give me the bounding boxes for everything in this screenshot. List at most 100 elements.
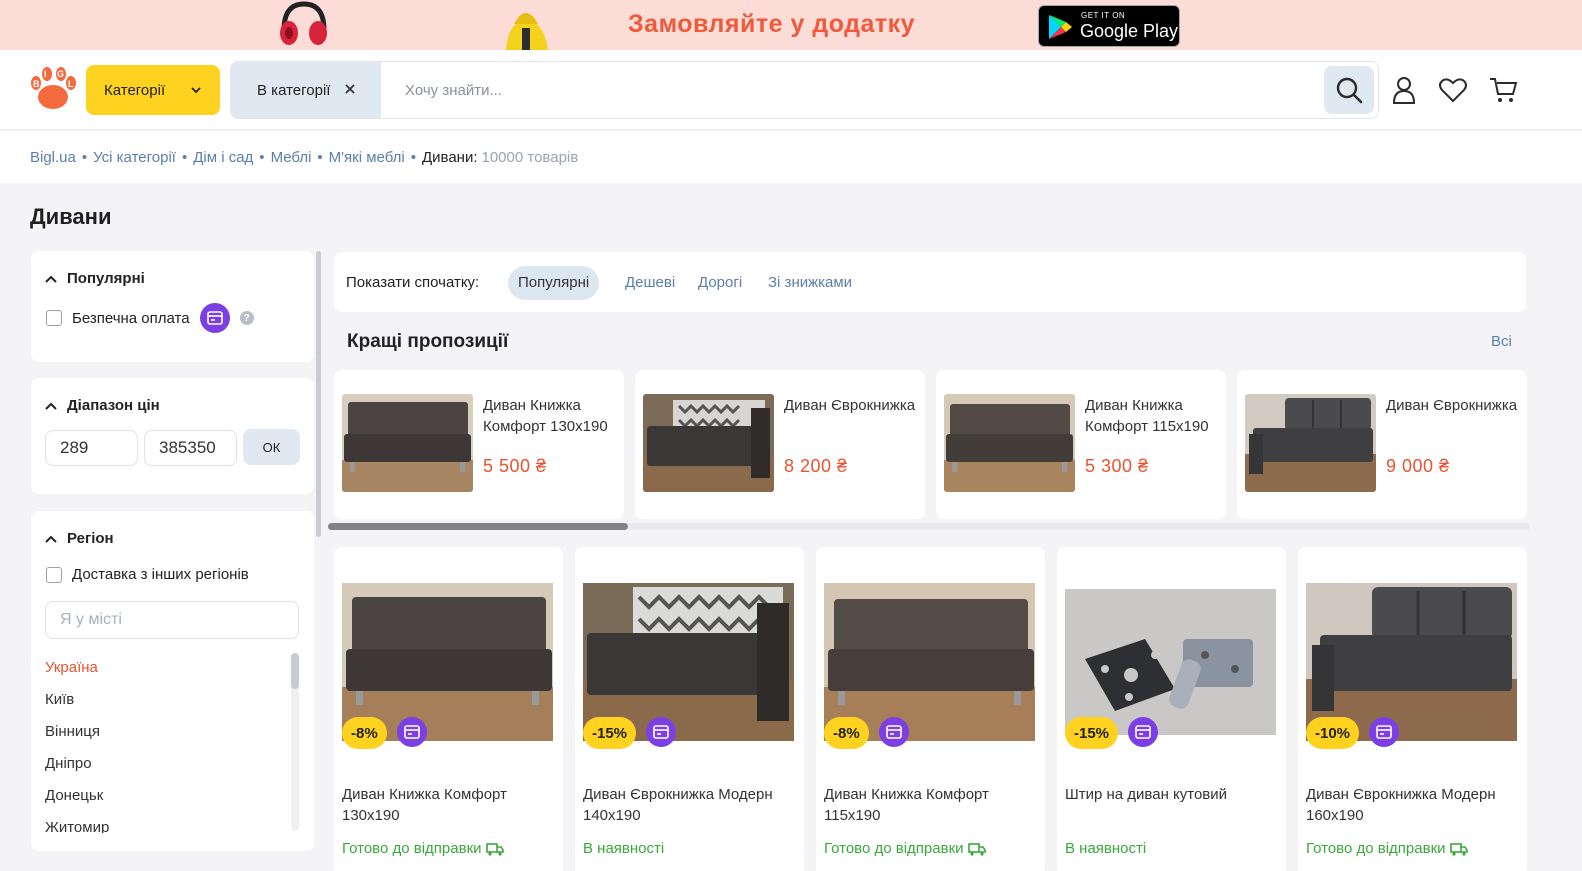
breadcrumb-separator: •: [259, 149, 265, 166]
page-title: Дивани: [30, 204, 112, 229]
region-item-ukraine[interactable]: Україна: [45, 658, 285, 690]
price-max-input[interactable]: 385350: [144, 430, 237, 466]
best-offer-card[interactable]: Диван Книжка Комфорт 130х190 5 500 ₴: [334, 370, 624, 519]
region-list: Україна Київ Вінниця Дніпро Донецьк Жито…: [45, 658, 285, 833]
product-status-text: В наявності: [1065, 840, 1147, 857]
sidebar-scrollbar[interactable]: [316, 251, 321, 537]
safe-payment-option[interactable]: Безпечна оплата ?: [46, 303, 254, 333]
product-status: Готово до відправки: [342, 840, 504, 857]
person-image: [506, 13, 548, 50]
product-status-text: Готово до відправки: [1306, 840, 1446, 857]
filter-region: Регіон Доставка з інших регіонів Я у міс…: [31, 511, 314, 851]
price-min-input[interactable]: 289: [45, 430, 138, 466]
discount-badge: -8%: [824, 717, 869, 749]
product-card[interactable]: -15% Штир на диван кутовий В наявності: [1057, 547, 1286, 871]
svg-text:G: G: [57, 69, 64, 79]
best-offer-price: 8 200 ₴: [784, 456, 848, 476]
product-name[interactable]: Диван Єврокнижка Модерн 140х190: [583, 784, 798, 826]
in-category-label: В категорії: [257, 81, 331, 99]
region-item-vinnytsia[interactable]: Вінниця: [45, 722, 285, 754]
promo-text: Замовляйте у додатку: [628, 10, 916, 38]
breadcrumb-separator: •: [81, 149, 88, 166]
breadcrumb-link-home[interactable]: Bigl.ua: [30, 149, 76, 166]
breadcrumb: Bigl.ua • Усі категорії • Дім і сад • Меблі • М'…: [0, 131, 1582, 183]
user-button[interactable]: [1388, 74, 1420, 106]
product-status: Готово до відправки: [824, 840, 986, 857]
breadcrumb-separator: •: [181, 149, 188, 166]
product-name[interactable]: Диван Книжка Комфорт 115х190: [824, 784, 1039, 826]
product-status: Готово до відправки: [1306, 840, 1468, 857]
close-icon[interactable]: [343, 82, 357, 96]
svg-text:L: L: [68, 79, 74, 89]
filter-price-header[interactable]: Діапазон цін: [45, 397, 160, 414]
region-item-dnipro[interactable]: Дніпро: [45, 754, 285, 786]
safe-payment-label: Безпечна оплата: [72, 309, 190, 327]
best-offer-name: Диван Єврокнижка: [784, 397, 916, 414]
delivery-other-regions-checkbox[interactable]: [46, 566, 62, 583]
favorites-button[interactable]: [1437, 74, 1469, 106]
in-category-chip[interactable]: В категорії: [231, 62, 381, 118]
best-offers-scrollbar[interactable]: [328, 523, 1530, 530]
discount-badge: -15%: [1065, 717, 1119, 749]
discount-badge: -10%: [1306, 717, 1360, 749]
region-item-zhytomyr[interactable]: Житомир: [45, 818, 285, 833]
filter-region-header[interactable]: Регіон: [45, 530, 114, 547]
search-button[interactable]: [1324, 66, 1374, 114]
sort-bar: Показати спочатку: Популярні Дешеві Доро…: [334, 252, 1526, 312]
region-scrollbar[interactable]: [291, 653, 299, 831]
best-offers-scrollbar-thumb[interactable]: [328, 523, 628, 530]
product-image: [1065, 589, 1276, 735]
product-name[interactable]: Штир на диван кутовий: [1065, 784, 1280, 805]
product-status-text: В наявності: [583, 840, 665, 857]
heart-icon: [1439, 78, 1467, 103]
city-input[interactable]: Я у місті: [45, 601, 299, 639]
product-card[interactable]: -8% Диван Книжка Комфорт 130х190 Готово …: [334, 547, 563, 871]
filter-popular: Популярні Безпечна оплата ?: [31, 251, 314, 362]
safe-payment-checkbox[interactable]: [46, 310, 62, 326]
best-offer-price: 9 000 ₴: [1386, 456, 1450, 476]
google-play-button[interactable]: GET IT ON Google Play: [1038, 5, 1180, 47]
best-offer-card[interactable]: Диван Єврокнижка 9 000 ₴: [1237, 370, 1527, 519]
product-card[interactable]: -10% Диван Єврокнижка Модерн 160х190 Гот…: [1298, 547, 1527, 871]
truck-icon: [1449, 842, 1468, 856]
filter-popular-header[interactable]: Популярні: [45, 270, 145, 287]
region-item-donetsk[interactable]: Донецьк: [45, 786, 285, 818]
sort-label: Показати спочатку:: [346, 274, 480, 291]
filter-region-title: Регіон: [67, 530, 114, 547]
breadcrumb-link-soft-furniture[interactable]: М'які меблі: [329, 149, 405, 166]
promo-banner[interactable]: Замовляйте у додатку GET IT ON Google Pl…: [0, 0, 1582, 50]
sofa-image: [342, 394, 473, 492]
delivery-other-regions-label: Доставка з інших регіонів: [72, 566, 249, 583]
product-name[interactable]: Диван Єврокнижка Модерн 160х190: [1306, 784, 1521, 826]
product-name[interactable]: Диван Книжка Комфорт 130х190: [342, 784, 557, 826]
best-offers-all-link[interactable]: Всі: [1491, 333, 1512, 350]
breadcrumb-link-home-garden[interactable]: Дім і сад: [193, 149, 253, 166]
help-icon[interactable]: ?: [239, 311, 254, 325]
breadcrumb-link-furniture[interactable]: Меблі: [271, 149, 312, 166]
header: B I G L Категорії В категорії: [0, 50, 1582, 130]
bigl-logo[interactable]: B I G L: [28, 65, 78, 111]
sort-option-expensive[interactable]: Дорогі: [698, 274, 742, 291]
svg-text:I: I: [44, 69, 47, 79]
delivery-other-regions-option[interactable]: Доставка з інших регіонів: [46, 566, 249, 583]
sort-option-popular[interactable]: Популярні: [508, 266, 600, 300]
product-card[interactable]: -8% Диван Книжка Комфорт 115х190 Готово …: [816, 547, 1045, 871]
search-input[interactable]: [391, 70, 1311, 110]
chevron-up-icon: [45, 402, 57, 410]
google-play-big-text: Google Play: [1080, 21, 1179, 41]
sort-option-discounts[interactable]: Зі знижками: [768, 274, 852, 291]
breadcrumb-link-all-categories[interactable]: Усі категорії: [93, 149, 176, 166]
sort-option-cheap[interactable]: Дешеві: [625, 274, 675, 291]
user-icon: [1392, 77, 1416, 104]
price-ok-button[interactable]: ОК: [243, 429, 300, 465]
categories-button[interactable]: Категорії: [86, 65, 220, 115]
product-status-text: Готово до відправки: [824, 840, 964, 857]
region-item-kyiv[interactable]: Київ: [45, 690, 285, 722]
best-offer-card[interactable]: Диван Єврокнижка 8 200 ₴: [635, 370, 925, 519]
region-scrollbar-thumb[interactable]: [291, 653, 299, 689]
sofa-image: [944, 394, 1075, 492]
best-offer-card[interactable]: Диван Книжка Комфорт 115х190 5 300 ₴: [936, 370, 1226, 519]
safe-payment-icon: [1128, 717, 1158, 747]
cart-button[interactable]: [1487, 74, 1519, 106]
product-card[interactable]: -15% Диван Єврокнижка Модерн 140х190 В н…: [575, 547, 804, 871]
